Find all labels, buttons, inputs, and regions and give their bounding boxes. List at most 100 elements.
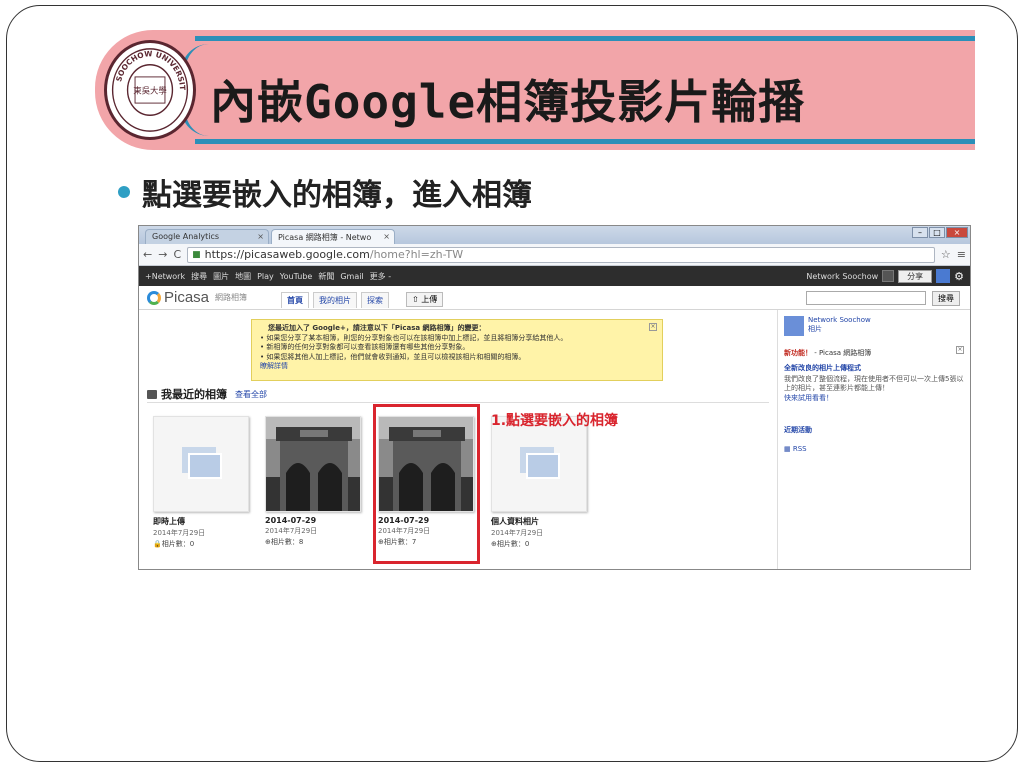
banner-stripe-top bbox=[195, 36, 975, 41]
tab-bar: Google Analytics × Picasa 網路相簿 - Netwo ×… bbox=[139, 226, 970, 244]
album-date: 2014年7月29日 bbox=[153, 529, 206, 537]
album-count: 🔒相片數：0 bbox=[153, 540, 195, 548]
reload-icon[interactable]: C bbox=[173, 248, 181, 261]
google-bar: +Network 搜尋 圖片 地圖 Play YouTube 新聞 Gmail … bbox=[139, 266, 970, 286]
sidebar-user[interactable]: Network Soochow 相片 bbox=[784, 316, 964, 336]
svg-text:東吳大學: 東吳大學 bbox=[133, 86, 167, 96]
album-thumbnail[interactable] bbox=[153, 416, 249, 512]
gbar-item[interactable]: 地圖 bbox=[235, 271, 251, 282]
gbar-item[interactable]: Play bbox=[257, 272, 274, 281]
album-card[interactable]: 即時上傳 2014年7月29日 🔒相片數：0 bbox=[153, 416, 249, 549]
browser-screenshot: Google Analytics × Picasa 網路相簿 - Netwo ×… bbox=[138, 225, 971, 570]
upload-button[interactable]: ⇧ 上傳 bbox=[406, 292, 444, 307]
picasa-logo-sub: 網路相簿 bbox=[215, 293, 248, 302]
tab-google-analytics[interactable]: Google Analytics × bbox=[145, 229, 269, 244]
notice-banner: 您最近加入了 Google+，請注意以下「Picasa 網路相簿」的變更： • … bbox=[251, 319, 663, 381]
tab-label: Google Analytics bbox=[152, 232, 220, 241]
gbar-item[interactable]: YouTube bbox=[280, 272, 313, 281]
picasa-tabs: 首頁 我的相片 探索 bbox=[281, 292, 389, 308]
upload-label: 上傳 bbox=[421, 295, 438, 304]
picasa-header: Picasa 網路相簿 首頁 我的相片 探索 ⇧ 上傳 搜尋 bbox=[139, 286, 970, 310]
rss-link[interactable]: ▦ RSS bbox=[784, 445, 964, 453]
notice-heading: 您最近加入了 Google+，請注意以下「Picasa 網路相簿」的變更： bbox=[268, 324, 486, 332]
gbar-item[interactable]: 圖片 bbox=[213, 271, 229, 282]
notice-close-icon[interactable]: × bbox=[649, 323, 657, 331]
back-icon[interactable]: ← bbox=[143, 248, 152, 261]
album-card[interactable]: 個人資料相片 2014年7月29日 ⊕相片數：0 bbox=[491, 416, 587, 549]
search-input[interactable] bbox=[806, 291, 926, 305]
tab-home[interactable]: 首頁 bbox=[281, 292, 309, 308]
menu-icon[interactable]: ≡ bbox=[957, 248, 966, 261]
maximize-icon[interactable]: □ bbox=[929, 227, 945, 238]
url-path: /home?hl=zh-TW bbox=[369, 248, 464, 261]
recent-albums-heading: 我最近的相簿 查看全部 bbox=[147, 386, 267, 402]
sidebar-user-name[interactable]: Network Soochow bbox=[808, 316, 871, 325]
url-input[interactable]: ■ https://picasaweb.google.com/home?hl=z… bbox=[187, 246, 935, 263]
notice-item: • 如果您分享了某本相簿，則您的分享對象也可以在該相簿中加上標記，並且將相簿分享… bbox=[260, 333, 568, 342]
minimize-icon[interactable]: – bbox=[912, 227, 928, 238]
bullet-icon bbox=[118, 186, 130, 198]
gbar-item[interactable]: 新聞 bbox=[318, 271, 334, 282]
learn-more-link[interactable]: 瞭解詳情 bbox=[260, 362, 654, 372]
try-now-link[interactable]: 快來試用看看！ bbox=[784, 393, 964, 403]
album-title[interactable]: 個人資料相片 bbox=[491, 516, 587, 527]
sidebar-close-icon[interactable]: × bbox=[956, 346, 964, 354]
tab-label: Picasa 網路相簿 - Netwo bbox=[278, 233, 372, 242]
gear-icon[interactable]: ⚙ bbox=[954, 270, 964, 283]
star-icon[interactable]: ☆ bbox=[941, 248, 951, 261]
lock-icon: ■ bbox=[192, 249, 201, 260]
sidebar-user-photos[interactable]: 相片 bbox=[808, 325, 871, 334]
view-all-link[interactable]: 查看全部 bbox=[235, 389, 267, 400]
share-button[interactable]: 分享 bbox=[898, 269, 933, 283]
avatar[interactable] bbox=[936, 269, 951, 283]
bullet-line: 點選要嵌入的相簿，進入相簿 bbox=[118, 170, 532, 214]
new-feature-label: 新功能！ - Picasa 網路相簿 bbox=[784, 349, 872, 357]
tab-explore[interactable]: 探索 bbox=[361, 292, 389, 308]
window-controls: – □ × bbox=[912, 227, 968, 238]
divider bbox=[147, 402, 769, 403]
notice-item: • 新相簿的任何分享對象都可以查看該相簿還有哪些其他分享對象。 bbox=[260, 343, 470, 351]
search-button[interactable]: 搜尋 bbox=[932, 291, 960, 306]
university-seal-logo: SOOCHOW UNIVERSITY 東吳大學 bbox=[104, 40, 196, 140]
album-thumbnail[interactable] bbox=[265, 416, 361, 512]
forward-icon[interactable]: → bbox=[158, 248, 167, 261]
tab-my-photos[interactable]: 我的相片 bbox=[313, 292, 357, 308]
album-icon bbox=[147, 389, 157, 399]
lock-icon: 🔒 bbox=[153, 540, 162, 548]
album-card[interactable]: 2014-07-29 2014年7月29日 ⊕相片數：8 bbox=[265, 416, 361, 547]
callout-annotation: 1.點選要嵌入的相簿 bbox=[491, 413, 619, 429]
gbar-item[interactable]: 搜尋 bbox=[191, 271, 207, 282]
address-bar: ← → C ■ https://picasaweb.google.com/hom… bbox=[139, 244, 970, 266]
album-count: ⊕相片數：8 bbox=[265, 538, 304, 546]
album-title[interactable]: 即時上傳 bbox=[153, 516, 249, 527]
selection-highlight-box bbox=[373, 404, 480, 564]
recent-heading-text: 我最近的相簿 bbox=[161, 388, 227, 401]
tab-close-icon[interactable]: × bbox=[257, 232, 264, 241]
new-uploader-link[interactable]: 全新改良的相片上傳程式 bbox=[784, 363, 964, 373]
picasa-logo-text: Picasa bbox=[164, 289, 210, 306]
gbar-item[interactable]: 更多 - bbox=[370, 271, 391, 282]
tab-picasa[interactable]: Picasa 網路相簿 - Netwo × bbox=[271, 229, 395, 244]
notice-item: • 如果您將其他人加上標記，他們就會收到通知，並且可以檢視該相片和相關的相簿。 bbox=[260, 352, 526, 361]
window-close-icon[interactable]: × bbox=[946, 227, 968, 238]
album-thumbnail[interactable] bbox=[491, 416, 587, 512]
picasa-logo-icon bbox=[147, 290, 161, 305]
title-banner: 內嵌Google相簿投影片輪播 bbox=[95, 30, 975, 150]
recent-activity-heading: 近期活動 bbox=[784, 426, 812, 434]
notification-icon[interactable] bbox=[882, 270, 895, 282]
album-title[interactable]: 2014-07-29 bbox=[265, 516, 361, 525]
sidebar: Network Soochow 相片 新功能！ - Picasa 網路相簿 × … bbox=[777, 310, 970, 569]
tab-close-icon[interactable]: × bbox=[383, 232, 390, 241]
slide-title: 內嵌Google相簿投影片輪播 bbox=[210, 75, 806, 129]
gate-photo-image bbox=[266, 417, 360, 511]
upload-icon: ⇧ bbox=[412, 295, 419, 304]
avatar[interactable] bbox=[784, 316, 804, 336]
url-host: https://picasaweb.google.com bbox=[204, 248, 370, 261]
rss-icon: ▦ bbox=[784, 445, 791, 453]
picasa-logo[interactable]: Picasa 網路相簿 bbox=[147, 289, 247, 306]
gbar-item[interactable]: +Network bbox=[145, 272, 185, 281]
banner-stripe-bottom bbox=[195, 139, 975, 144]
gbar-item[interactable]: Gmail bbox=[340, 272, 363, 281]
gbar-user-name[interactable]: Network Soochow bbox=[806, 272, 878, 281]
main-content: 您最近加入了 Google+，請注意以下「Picasa 網路相簿」的變更： • … bbox=[139, 310, 777, 569]
